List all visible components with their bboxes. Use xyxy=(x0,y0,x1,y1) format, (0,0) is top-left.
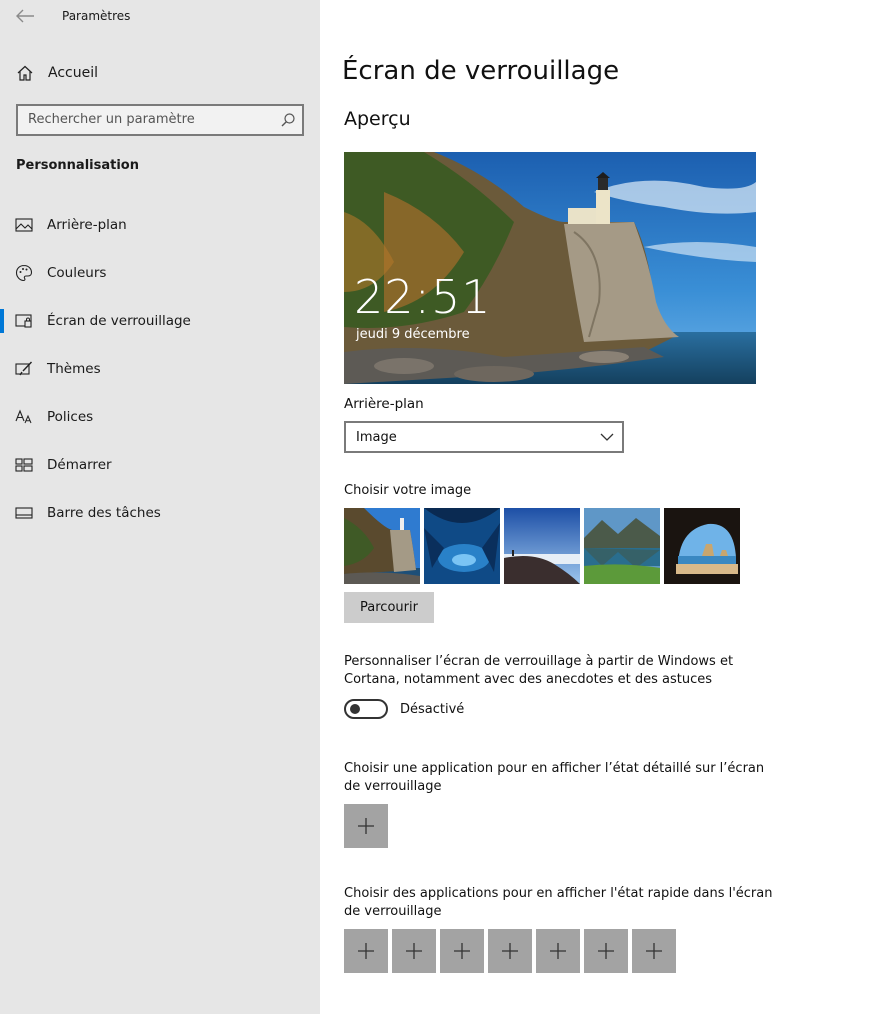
add-quick-app-button[interactable] xyxy=(536,929,580,973)
add-quick-app-button[interactable] xyxy=(440,929,484,973)
sidebar-item-label: Arrière-plan xyxy=(47,217,127,233)
add-quick-app-button[interactable] xyxy=(584,929,628,973)
sidebar-item-lock-screen[interactable]: Écran de verrouillage xyxy=(0,301,320,349)
thumbnail-mountain-sky[interactable] xyxy=(504,508,580,584)
toggle-knob xyxy=(350,704,360,714)
thumbnail-mountain-sky-image xyxy=(504,508,580,584)
back-arrow-icon[interactable] xyxy=(14,6,36,26)
sidebar-item-label: Couleurs xyxy=(47,265,107,281)
font-icon xyxy=(15,409,32,424)
personalize-description: Personnaliser l’écran de verrouillage à … xyxy=(344,654,734,687)
lock-screen-preview: 22:51 jeudi 9 décembre xyxy=(344,152,756,384)
sidebar-item-label: Écran de verrouillage xyxy=(47,313,191,329)
main-content: Écran de verrouillage Aperçu 22:51 jeudi… xyxy=(320,0,882,1014)
background-dropdown-value: Image xyxy=(356,430,397,445)
preview-time: 22:51 xyxy=(354,270,492,324)
search-icon[interactable] xyxy=(280,112,296,128)
background-dropdown[interactable]: Image xyxy=(344,421,624,453)
sidebar-item-label: Démarrer xyxy=(47,457,112,473)
palette-icon xyxy=(15,264,33,282)
quick-status-description: Choisir des applications pour en affiche… xyxy=(344,886,773,919)
start-grid-icon xyxy=(15,458,33,472)
add-quick-app-button[interactable] xyxy=(488,929,532,973)
chevron-down-icon xyxy=(600,433,614,441)
home-label: Accueil xyxy=(48,65,98,81)
thumbnail-lake-mountains-image xyxy=(584,508,660,584)
sidebar-item-label: Barre des tâches xyxy=(47,505,161,521)
sidebar-item-themes[interactable]: Thèmes xyxy=(0,349,320,397)
plus-icon xyxy=(406,943,422,959)
choose-image-label: Choisir votre image xyxy=(344,483,472,498)
sidebar-item-taskbar[interactable]: Barre des tâches xyxy=(0,493,320,541)
add-quick-app-button[interactable] xyxy=(632,929,676,973)
home-icon xyxy=(17,65,33,81)
sidebar-item-label: Thèmes xyxy=(47,361,101,377)
section-title: Personnalisation xyxy=(16,158,139,173)
theme-brush-icon xyxy=(15,361,33,376)
toggle-state-label: Désactivé xyxy=(400,702,465,717)
thumbnail-beach-cave[interactable] xyxy=(664,508,740,584)
background-label: Arrière-plan xyxy=(344,396,424,412)
taskbar-icon xyxy=(15,507,33,519)
plus-icon xyxy=(598,943,614,959)
sidebar-item-colors[interactable]: Couleurs xyxy=(0,253,320,301)
thumbnail-lighthouse[interactable] xyxy=(344,508,420,584)
plus-icon xyxy=(502,943,518,959)
picture-icon xyxy=(15,218,33,232)
plus-icon xyxy=(358,943,374,959)
thumbnail-lighthouse-image xyxy=(344,508,420,584)
plus-icon xyxy=(358,818,374,834)
preview-date: jeudi 9 décembre xyxy=(356,327,470,342)
add-detailed-app-button[interactable] xyxy=(344,804,388,848)
sidebar-item-label: Polices xyxy=(47,409,94,425)
search-input[interactable]: Rechercher un paramètre xyxy=(16,104,304,136)
sidebar-item-start[interactable]: Démarrer xyxy=(0,445,320,493)
app-title: Paramètres xyxy=(62,9,131,23)
plus-icon xyxy=(550,943,566,959)
preview-image xyxy=(344,152,756,384)
plus-icon xyxy=(646,943,662,959)
thumbnail-beach-cave-image xyxy=(664,508,740,584)
thumbnail-ice-cave[interactable] xyxy=(424,508,500,584)
lock-screen-icon xyxy=(15,314,32,328)
add-quick-app-button[interactable] xyxy=(344,929,388,973)
sidebar-item-home[interactable]: Accueil xyxy=(0,56,320,92)
sidebar-item-background[interactable]: Arrière-plan xyxy=(0,205,320,253)
sidebar-nav: Arrière-plan Couleurs Écran de verrouill… xyxy=(0,205,320,541)
thumbnail-ice-cave-image xyxy=(424,508,500,584)
sidebar-item-fonts[interactable]: Polices xyxy=(0,397,320,445)
browse-button[interactable]: Parcourir xyxy=(344,592,434,623)
detailed-status-description: Choisir une application pour en afficher… xyxy=(344,761,765,794)
thumbnail-lake-mountains[interactable] xyxy=(584,508,660,584)
sidebar: Paramètres Accueil Rechercher un paramèt… xyxy=(0,0,320,1014)
add-quick-app-button[interactable] xyxy=(392,929,436,973)
personalize-toggle[interactable] xyxy=(344,699,388,719)
settings-window: Paramètres Accueil Rechercher un paramèt… xyxy=(0,0,882,1014)
search-placeholder: Rechercher un paramètre xyxy=(28,112,195,127)
page-title: Écran de verrouillage xyxy=(342,56,620,86)
plus-icon xyxy=(454,943,470,959)
preview-heading: Aperçu xyxy=(344,108,411,130)
